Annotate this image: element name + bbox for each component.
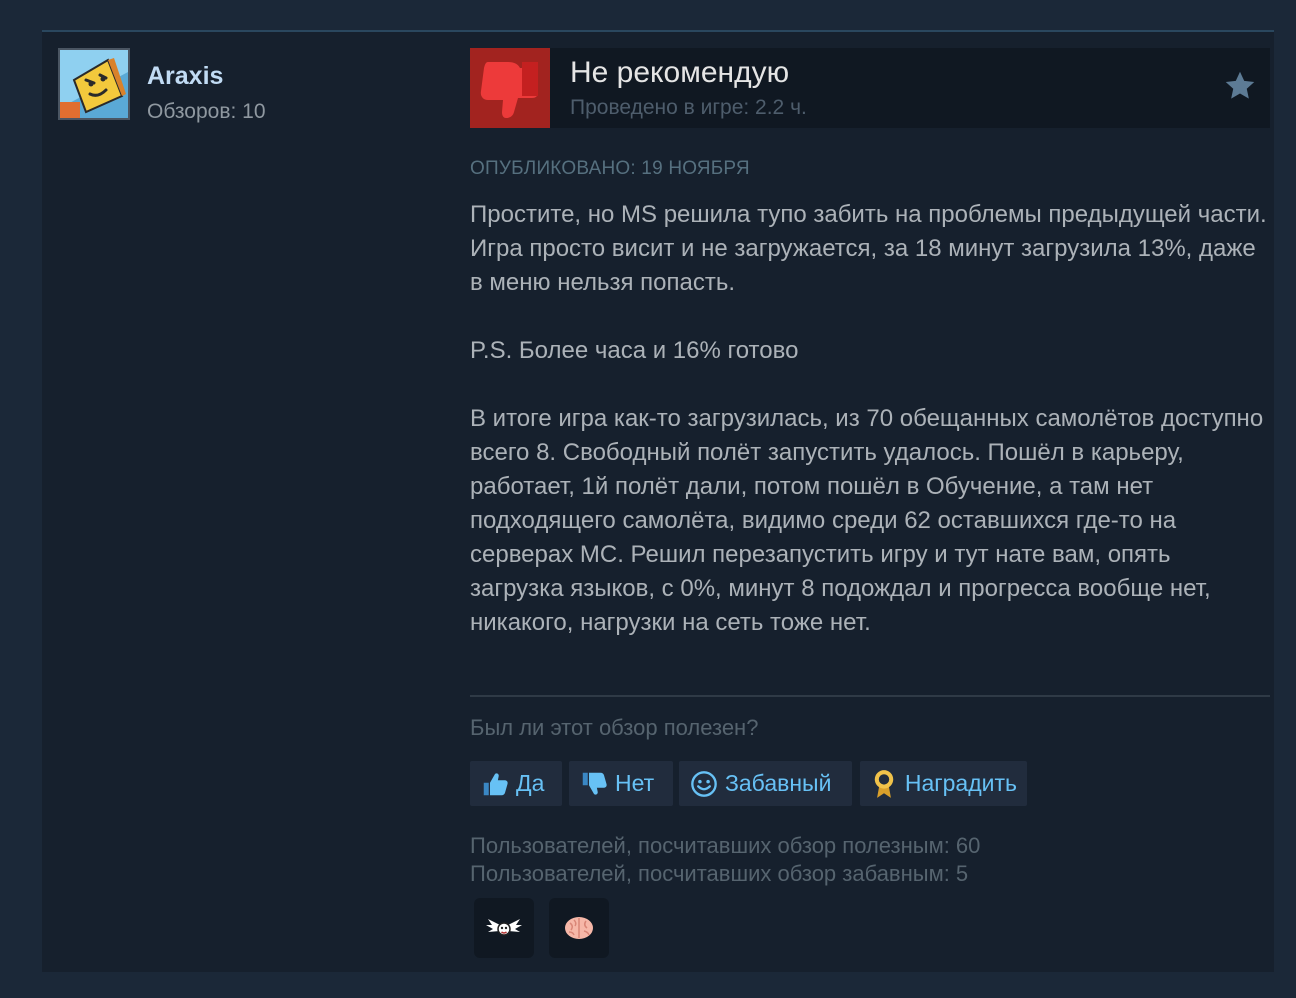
verdict-title[interactable]: Не рекомендую [570, 56, 789, 90]
vote-funny-button[interactable]: Забавный [679, 761, 852, 806]
review-paragraph: Простите, но MS решила тупо забить на пр… [470, 201, 1267, 296]
review-card: Araxis Обзоров: 10 Не рекомендую Проведе… [42, 30, 1274, 972]
vote-no-button[interactable]: Нет [569, 761, 673, 806]
vote-header: Не рекомендую Проведено в игре: 2.2 ч. [470, 48, 1270, 128]
smiley-icon [689, 769, 719, 799]
award-label: Наградить [904, 770, 1017, 796]
vote-yes-label: Да [516, 770, 545, 796]
vote-no-label: Нет [615, 770, 655, 796]
author-avatar[interactable] [58, 48, 130, 120]
review-paragraph: В итоге игра как-то загрузилась, из 70 о… [470, 405, 1264, 636]
thumbs-down-icon [579, 769, 609, 799]
review-text: Простите, но MS решила тупо забить на пр… [470, 198, 1270, 640]
author-name[interactable]: Araxis [147, 62, 223, 91]
helpful-count: Пользователей, посчитавших обзор полезны… [470, 833, 981, 858]
author-review-count[interactable]: Обзоров: 10 [147, 100, 266, 124]
thumbs-down-icon [470, 48, 550, 128]
posted-date: ОПУБЛИКОВАНО: 19 НОЯБРЯ [470, 158, 750, 179]
winged-award-icon[interactable] [474, 898, 534, 958]
vote-yes-button[interactable]: Да [470, 761, 562, 806]
star-icon[interactable] [1222, 68, 1258, 104]
thumbs-up-icon [480, 769, 510, 799]
funny-count: Пользователей, посчитавших обзор забавны… [470, 861, 969, 886]
vote-funny-label: Забавный [725, 770, 832, 796]
award-ribbon-icon [870, 769, 899, 799]
hours-played: Проведено в игре: 2.2 ч. [570, 96, 807, 119]
helpful-question: Был ли этот обзор полезен? [470, 715, 759, 740]
brain-award-icon[interactable] [549, 898, 609, 958]
review-paragraph: P.S. Более часа и 16% готово [470, 337, 799, 364]
divider [470, 695, 1270, 697]
award-button[interactable]: Наградить [860, 761, 1027, 806]
feedback-stats: Пользователей, посчитавших обзор полезны… [470, 832, 980, 888]
